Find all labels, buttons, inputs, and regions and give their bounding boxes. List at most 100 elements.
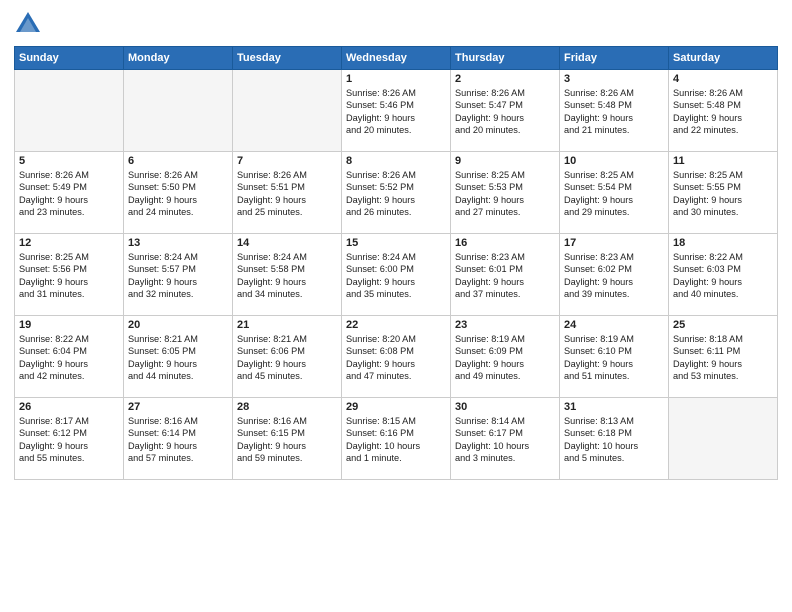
cell-info: Sunrise: 8:23 AM xyxy=(455,251,555,263)
cell-info: Sunset: 6:04 PM xyxy=(19,345,119,357)
cell-info: Daylight: 9 hours xyxy=(564,112,664,124)
cell-info: Daylight: 9 hours xyxy=(346,276,446,288)
cell-info: Sunrise: 8:24 AM xyxy=(237,251,337,263)
cell-info: and 22 minutes. xyxy=(673,124,773,136)
calendar-cell: 8Sunrise: 8:26 AMSunset: 5:52 PMDaylight… xyxy=(342,152,451,234)
calendar-cell: 16Sunrise: 8:23 AMSunset: 6:01 PMDayligh… xyxy=(451,234,560,316)
calendar-cell: 22Sunrise: 8:20 AMSunset: 6:08 PMDayligh… xyxy=(342,316,451,398)
calendar-cell: 19 Sunrise: 8:22 AMSunset: 6:04 PMDayligh… xyxy=(15,316,124,398)
calendar-cell xyxy=(124,70,233,152)
day-number: 4 xyxy=(673,73,773,85)
cell-info: Daylight: 9 hours xyxy=(128,276,228,288)
calendar-cell: 29Sunrise: 8:15 AMSunset: 6:16 PMDayligh… xyxy=(342,398,451,480)
day-number: 11 xyxy=(673,155,773,167)
page: SundayMondayTuesdayWednesdayThursdayFrid… xyxy=(0,0,792,612)
day-number: 21 xyxy=(237,319,337,331)
day-number: 23 xyxy=(455,319,555,331)
cell-info: and 20 minutes. xyxy=(346,124,446,136)
cell-info: Sunrise: 8:19 AM xyxy=(564,333,664,345)
day-number: 20 xyxy=(128,319,228,331)
cell-info: Sunrise: 8:23 AM xyxy=(564,251,664,263)
calendar-cell xyxy=(669,398,778,480)
cell-info: Sunrise: 8:22 AM xyxy=(673,251,773,263)
cell-info: Sunrise: 8:25 AM xyxy=(19,251,119,263)
calendar-week-5: 26Sunrise: 8:17 AMSunset: 6:12 PMDayligh… xyxy=(15,398,778,480)
cell-info: Sunset: 5:58 PM xyxy=(237,263,337,275)
cell-info: Daylight: 9 hours xyxy=(673,112,773,124)
cell-info: Sunrise: 8:22 AM xyxy=(19,333,119,345)
calendar-dow-friday: Friday xyxy=(560,47,669,70)
cell-info: Daylight: 9 hours xyxy=(237,440,337,452)
cell-info: Daylight: 9 hours xyxy=(346,358,446,370)
cell-info: Daylight: 9 hours xyxy=(19,194,119,206)
day-number: 19 xyxy=(19,319,119,331)
day-number: 6 xyxy=(128,155,228,167)
cell-info: and 29 minutes. xyxy=(564,206,664,218)
calendar-cell: 21Sunrise: 8:21 AMSunset: 6:06 PMDayligh… xyxy=(233,316,342,398)
calendar-cell: 11Sunrise: 8:25 AMSunset: 5:55 PMDayligh… xyxy=(669,152,778,234)
cell-info: Sunrise: 8:26 AM xyxy=(237,169,337,181)
cell-info: and 49 minutes. xyxy=(455,370,555,382)
day-number: 31 xyxy=(564,401,664,413)
cell-info: and 30 minutes. xyxy=(673,206,773,218)
cell-info: Daylight: 9 hours xyxy=(564,194,664,206)
cell-info: Sunrise: 8:18 AM xyxy=(673,333,773,345)
cell-info: Sunrise: 8:26 AM xyxy=(346,87,446,99)
calendar-cell: 26Sunrise: 8:17 AMSunset: 6:12 PMDayligh… xyxy=(15,398,124,480)
cell-info: Sunrise: 8:24 AM xyxy=(128,251,228,263)
cell-info: Sunrise: 8:19 AM xyxy=(455,333,555,345)
cell-info: Daylight: 9 hours xyxy=(19,358,119,370)
cell-info: Sunset: 5:55 PM xyxy=(673,181,773,193)
cell-info: Sunset: 5:51 PM xyxy=(237,181,337,193)
cell-info: Sunset: 6:03 PM xyxy=(673,263,773,275)
day-number: 10 xyxy=(564,155,664,167)
calendar-table: SundayMondayTuesdayWednesdayThursdayFrid… xyxy=(14,46,778,480)
calendar-cell: 17Sunrise: 8:23 AMSunset: 6:02 PMDayligh… xyxy=(560,234,669,316)
header xyxy=(14,10,778,38)
calendar-week-3: 12Sunrise: 8:25 AMSunset: 5:56 PMDayligh… xyxy=(15,234,778,316)
cell-info: Sunset: 5:56 PM xyxy=(19,263,119,275)
calendar-cell: 13Sunrise: 8:24 AMSunset: 5:57 PMDayligh… xyxy=(124,234,233,316)
calendar-cell xyxy=(15,70,124,152)
calendar-dow-saturday: Saturday xyxy=(669,47,778,70)
calendar-cell: 30Sunrise: 8:14 AMSunset: 6:17 PMDayligh… xyxy=(451,398,560,480)
cell-info: Sunrise: 8:26 AM xyxy=(455,87,555,99)
cell-info: and 34 minutes. xyxy=(237,288,337,300)
cell-info: Sunset: 6:09 PM xyxy=(455,345,555,357)
day-number: 2 xyxy=(455,73,555,85)
day-number: 8 xyxy=(346,155,446,167)
cell-info: and 24 minutes. xyxy=(128,206,228,218)
cell-info: and 42 minutes. xyxy=(19,370,119,382)
cell-info: Sunset: 6:15 PM xyxy=(237,427,337,439)
cell-info: Sunset: 5:48 PM xyxy=(673,99,773,111)
calendar-cell: 27Sunrise: 8:16 AMSunset: 6:14 PMDayligh… xyxy=(124,398,233,480)
cell-info: Sunrise: 8:13 AM xyxy=(564,415,664,427)
day-number: 29 xyxy=(346,401,446,413)
cell-info: and 31 minutes. xyxy=(19,288,119,300)
cell-info: and 21 minutes. xyxy=(564,124,664,136)
cell-info: Sunrise: 8:26 AM xyxy=(346,169,446,181)
calendar-cell: 31Sunrise: 8:13 AMSunset: 6:18 PMDayligh… xyxy=(560,398,669,480)
cell-info: Daylight: 9 hours xyxy=(237,358,337,370)
cell-info: Daylight: 9 hours xyxy=(346,194,446,206)
day-number: 26 xyxy=(19,401,119,413)
cell-info: Sunrise: 8:26 AM xyxy=(564,87,664,99)
cell-info: Daylight: 9 hours xyxy=(564,276,664,288)
cell-info: Sunrise: 8:25 AM xyxy=(564,169,664,181)
cell-info: Daylight: 10 hours xyxy=(346,440,446,452)
cell-info: Daylight: 9 hours xyxy=(19,440,119,452)
calendar-cell: 18Sunrise: 8:22 AMSunset: 6:03 PMDayligh… xyxy=(669,234,778,316)
cell-info: Sunrise: 8:16 AM xyxy=(237,415,337,427)
cell-info: Sunset: 6:12 PM xyxy=(19,427,119,439)
day-number: 13 xyxy=(128,237,228,249)
cell-info: Daylight: 9 hours xyxy=(673,276,773,288)
calendar-cell: 3Sunrise: 8:26 AMSunset: 5:48 PMDaylight… xyxy=(560,70,669,152)
cell-info: and 53 minutes. xyxy=(673,370,773,382)
calendar-dow-tuesday: Tuesday xyxy=(233,47,342,70)
day-number: 3 xyxy=(564,73,664,85)
day-number: 28 xyxy=(237,401,337,413)
calendar-cell: 5Sunrise: 8:26 AMSunset: 5:49 PMDaylight… xyxy=(15,152,124,234)
cell-info: Sunrise: 8:24 AM xyxy=(346,251,446,263)
cell-info: and 35 minutes. xyxy=(346,288,446,300)
calendar-cell: 1Sunrise: 8:26 AMSunset: 5:46 PMDaylight… xyxy=(342,70,451,152)
